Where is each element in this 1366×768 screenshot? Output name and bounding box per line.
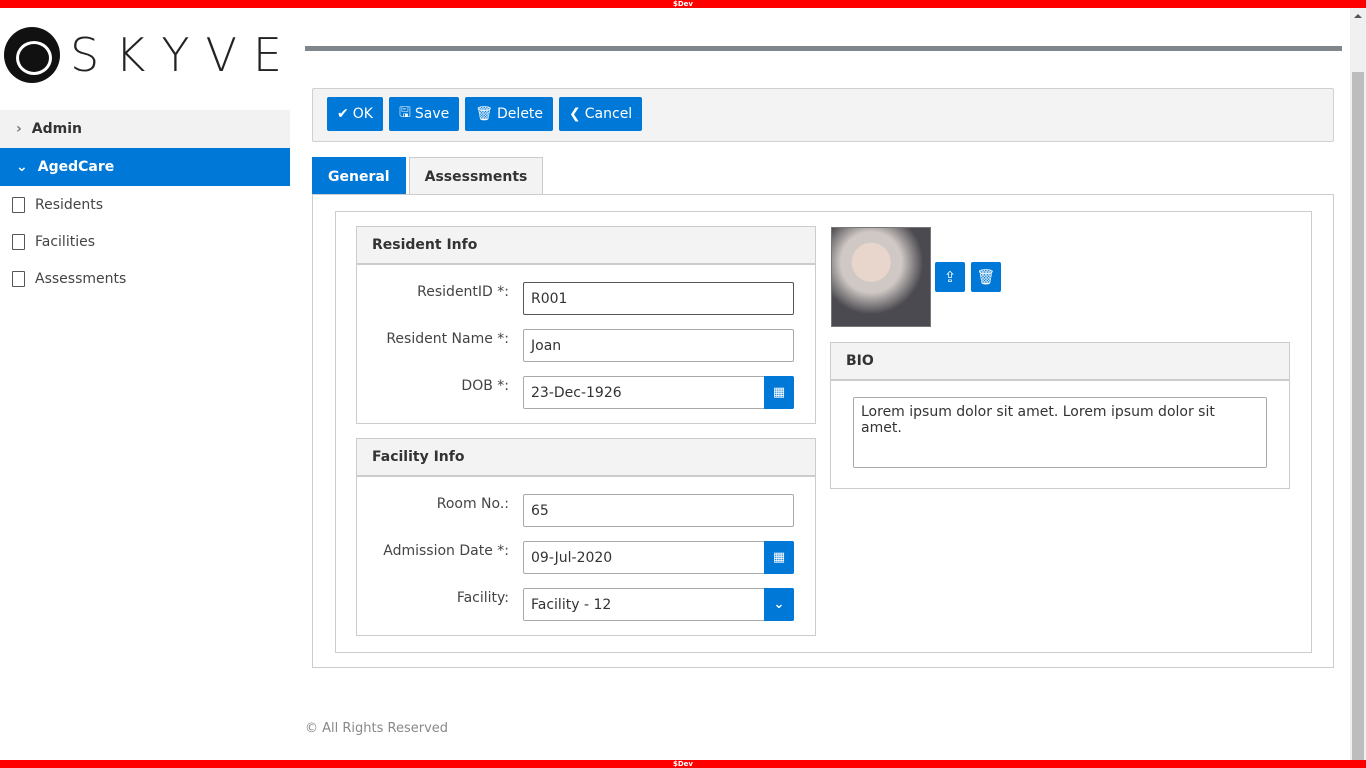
- document-icon: [12, 196, 25, 213]
- panel-title: Facility Info: [357, 439, 815, 477]
- facility-info-panel: Facility Info Room No.: 65 Admission Date…: [356, 438, 816, 636]
- chevron-right-icon: ›: [16, 121, 22, 137]
- chevron-left-icon: ❮: [569, 106, 581, 122]
- sidebar-item-label: Residents: [35, 196, 104, 213]
- trash-icon: 🗑: [976, 268, 996, 286]
- admission-date-value: 09-Jul-2020: [531, 549, 613, 566]
- tab-bar: General Assessments: [312, 157, 544, 195]
- scroll-up-icon[interactable]: [1354, 14, 1362, 18]
- tab-general[interactable]: General: [312, 157, 406, 195]
- env-banner-bottom: $Dev: [0, 760, 1366, 768]
- panel-title: Resident Info: [357, 227, 815, 265]
- facility-value: Facility - 12: [531, 596, 612, 613]
- chevron-down-icon: ⌄: [16, 159, 28, 175]
- field-label: Resident Name *:: [386, 331, 509, 347]
- save-button[interactable]: 🖫 Save: [388, 97, 460, 131]
- cancel-label: Cancel: [584, 106, 633, 122]
- resident-info-panel: Resident Info ResidentID *: R001 Resident…: [356, 226, 816, 424]
- sidebar-group-label: Admin: [31, 121, 82, 137]
- resident-name-input[interactable]: Joan: [523, 329, 794, 362]
- bio-textarea[interactable]: Lorem ipsum dolor sit amet. Lorem ipsum …: [853, 397, 1267, 468]
- field-label: Admission Date *:: [383, 543, 509, 559]
- page-scrollbar[interactable]: [1350, 8, 1366, 760]
- cancel-button[interactable]: ❮ Cancel: [559, 97, 643, 131]
- field-label: Facility:: [456, 590, 509, 606]
- tab-assessments[interactable]: Assessments: [408, 157, 544, 195]
- floppy-icon: 🖫: [398, 105, 411, 121]
- field-label: Room No.:: [436, 496, 509, 512]
- sidebar-group-agedcare[interactable]: ⌄ AgedCare: [0, 148, 290, 186]
- delete-button[interactable]: 🗑 Delete: [465, 97, 554, 131]
- panel-title: BIO: [831, 343, 1289, 381]
- sidebar-item-assessments[interactable]: Assessments: [0, 260, 290, 297]
- logo-text: SKYVE: [70, 28, 298, 82]
- sidebar-item-label: Assessments: [35, 270, 127, 287]
- upload-icon: ⇪: [943, 268, 957, 286]
- sidebar-item-residents[interactable]: Residents: [0, 186, 290, 223]
- trash-icon: 🗑: [475, 106, 494, 122]
- header-divider: [305, 46, 1342, 51]
- scrollbar-thumb[interactable]: [1352, 72, 1364, 760]
- check-icon: ✔: [337, 106, 349, 122]
- logo-mark-icon: [4, 27, 60, 83]
- dob-input[interactable]: 23-Dec-1926 ▦: [523, 376, 794, 409]
- ok-button[interactable]: ✔ OK: [327, 97, 383, 131]
- env-banner-top: $Dev: [0, 0, 1366, 8]
- sidebar-group-label: AgedCare: [37, 159, 115, 175]
- logo: SKYVE: [4, 27, 298, 83]
- toolbar: ✔ OK 🖫 Save 🗑 Delete ❮ Cancel: [312, 88, 1334, 142]
- field-label: ResidentID *:: [417, 284, 509, 300]
- save-label: Save: [414, 106, 450, 122]
- facility-select[interactable]: Facility - 12 ⌄: [523, 588, 794, 621]
- field-label: DOB *:: [461, 378, 509, 394]
- sidebar-item-label: Facilities: [35, 233, 95, 250]
- calendar-icon[interactable]: ▦: [764, 541, 794, 574]
- sidebar-group-admin[interactable]: › Admin: [0, 110, 290, 148]
- clear-photo-button[interactable]: 🗑: [971, 262, 1001, 292]
- resident-id-input[interactable]: R001: [523, 282, 794, 315]
- admission-date-input[interactable]: 09-Jul-2020 ▦: [523, 541, 794, 574]
- chevron-down-icon[interactable]: ⌄: [764, 588, 794, 621]
- calendar-icon[interactable]: ▦: [764, 376, 794, 409]
- sidebar-nav: › Admin ⌄ AgedCare Residents Facilities As…: [0, 110, 290, 297]
- document-icon: [12, 233, 25, 250]
- dob-value: 23-Dec-1926: [531, 384, 622, 401]
- bio-panel: BIO Lorem ipsum dolor sit amet. Lorem ip…: [830, 342, 1290, 489]
- ok-label: OK: [352, 106, 373, 122]
- delete-label: Delete: [497, 106, 544, 122]
- resident-photo: [831, 227, 931, 327]
- upload-button[interactable]: ⇪: [935, 262, 965, 292]
- document-icon: [12, 270, 25, 287]
- sidebar-item-facilities[interactable]: Facilities: [0, 223, 290, 260]
- footer-copyright: © All Rights Reserved: [305, 721, 449, 736]
- room-no-input[interactable]: 65: [523, 494, 794, 527]
